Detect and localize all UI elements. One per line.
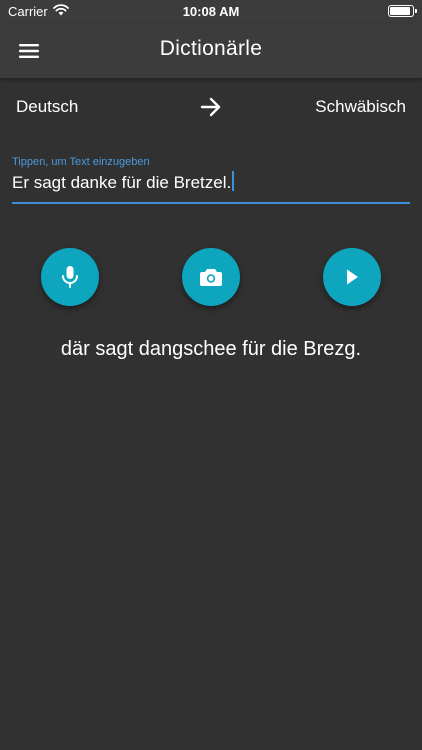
battery-icon bbox=[388, 5, 417, 17]
input-label: Tippen, um Text einzugeben bbox=[12, 156, 150, 168]
status-bar: Carrier 10:08 AM bbox=[0, 0, 422, 24]
source-language[interactable]: Deutsch bbox=[16, 97, 78, 117]
camera-icon bbox=[200, 269, 222, 286]
input-value[interactable]: Er sagt danke für die Bretzel. bbox=[12, 173, 231, 192]
input-value-wrap[interactable]: Er sagt danke für die Bretzel. bbox=[12, 171, 235, 193]
microphone-button[interactable] bbox=[41, 248, 99, 306]
play-icon bbox=[347, 269, 358, 285]
text-input-field[interactable]: Tippen, um Text einzugeben Er sagt danke… bbox=[12, 154, 410, 204]
app-bar: Dictionärle bbox=[0, 24, 422, 78]
arrow-right-icon bbox=[200, 97, 221, 117]
language-selector: Deutsch Schwäbisch bbox=[0, 90, 422, 124]
translation-result: där sagt dangschee für die Brezg. bbox=[60, 338, 362, 360]
camera-button[interactable] bbox=[182, 248, 240, 306]
swap-languages-button[interactable] bbox=[198, 94, 224, 120]
target-language[interactable]: Schwäbisch bbox=[315, 97, 406, 117]
status-time: 10:08 AM bbox=[182, 4, 240, 19]
text-cursor bbox=[232, 171, 235, 191]
microphone-icon bbox=[62, 266, 78, 288]
app-title: Dictionärle bbox=[159, 37, 263, 60]
play-button[interactable] bbox=[323, 248, 381, 306]
